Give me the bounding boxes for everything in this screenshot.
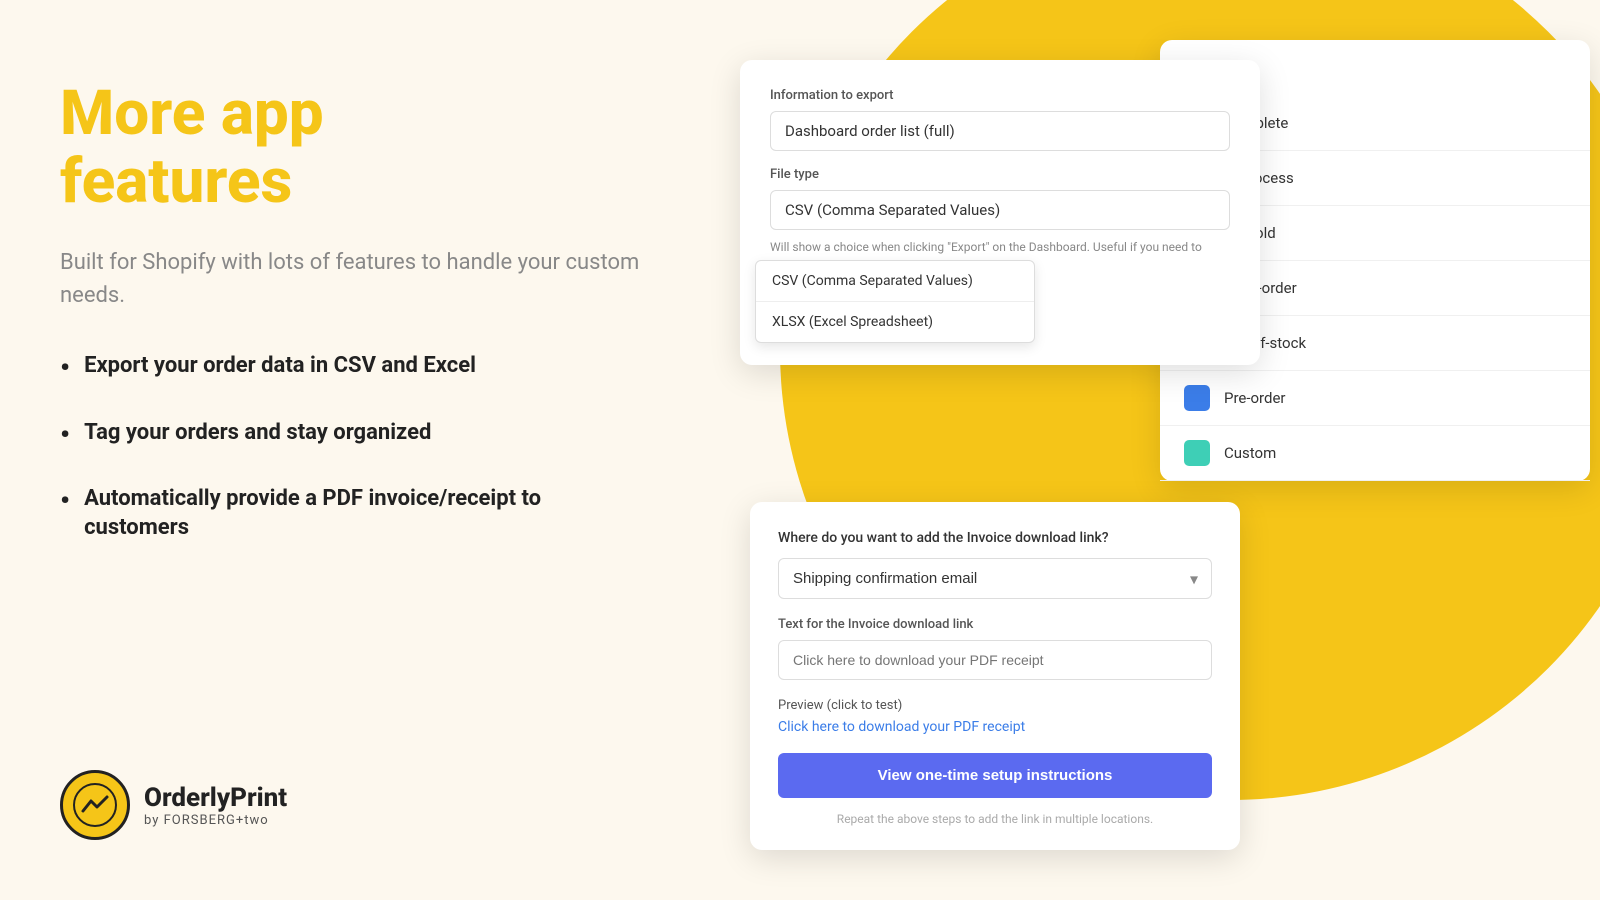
logo-icon bbox=[60, 770, 130, 840]
ui-cards-area: Information to export Dashboard order li… bbox=[700, 0, 1600, 900]
file-type-label: File type bbox=[770, 167, 1230, 182]
preview-link[interactable]: Click here to download your PDF receipt bbox=[778, 719, 1212, 735]
feature-2: Tag your orders and stay organized bbox=[60, 419, 640, 453]
preview-label: Preview (click to test) bbox=[778, 698, 1212, 713]
tag-label-preorder: Pre-order bbox=[1224, 389, 1286, 407]
logo-area: OrderlyPrint by FORSBERG+two bbox=[60, 770, 287, 840]
info-input[interactable]: Dashboard order list (full) bbox=[770, 111, 1230, 151]
logo-text-block: OrderlyPrint by FORSBERG+two bbox=[144, 783, 287, 828]
logo-name: OrderlyPrint bbox=[144, 783, 287, 813]
file-type-select[interactable]: CSV (Comma Separated Values) bbox=[770, 190, 1230, 230]
tag-color-custom bbox=[1184, 440, 1210, 466]
feature-3: Automatically provide a PDF invoice/rece… bbox=[60, 485, 640, 542]
text-label: Text for the Invoice download link bbox=[778, 617, 1212, 632]
tag-custom[interactable]: Custom bbox=[1160, 426, 1590, 481]
setup-btn[interactable]: View one-time setup instructions bbox=[778, 753, 1212, 798]
features-list: Export your order data in CSV and Excel … bbox=[60, 352, 640, 542]
invoice-question: Where do you want to add the Invoice dow… bbox=[778, 530, 1212, 546]
invoice-card: Where do you want to add the Invoice dow… bbox=[750, 502, 1240, 850]
main-title: More appfeatures bbox=[60, 80, 640, 216]
csv-option-xlsx[interactable]: XLSX (Excel Spreadsheet) bbox=[756, 302, 1034, 342]
subtitle: Built for Shopify with lots of features … bbox=[60, 246, 640, 312]
feature-1: Export your order data in CSV and Excel bbox=[60, 352, 640, 386]
repeat-hint: Repeat the above steps to add the link i… bbox=[778, 812, 1212, 826]
logo-sub: by FORSBERG+two bbox=[144, 813, 287, 828]
info-label: Information to export bbox=[770, 88, 1230, 103]
export-card: Information to export Dashboard order li… bbox=[740, 60, 1260, 365]
csv-dropdown: CSV (Comma Separated Values) XLSX (Excel… bbox=[755, 260, 1035, 343]
invoice-location-select[interactable]: Shipping confirmation email bbox=[778, 558, 1212, 599]
csv-option-csv[interactable]: CSV (Comma Separated Values) bbox=[756, 261, 1034, 302]
left-panel: More appfeatures Built for Shopify with … bbox=[60, 80, 640, 574]
text-input[interactable] bbox=[778, 640, 1212, 680]
tag-color-preorder bbox=[1184, 385, 1210, 411]
tag-preorder[interactable]: Pre-order bbox=[1160, 371, 1590, 426]
invoice-select-wrapper: Shipping confirmation email ▾ bbox=[778, 558, 1212, 599]
tag-label-custom: Custom bbox=[1224, 444, 1276, 462]
